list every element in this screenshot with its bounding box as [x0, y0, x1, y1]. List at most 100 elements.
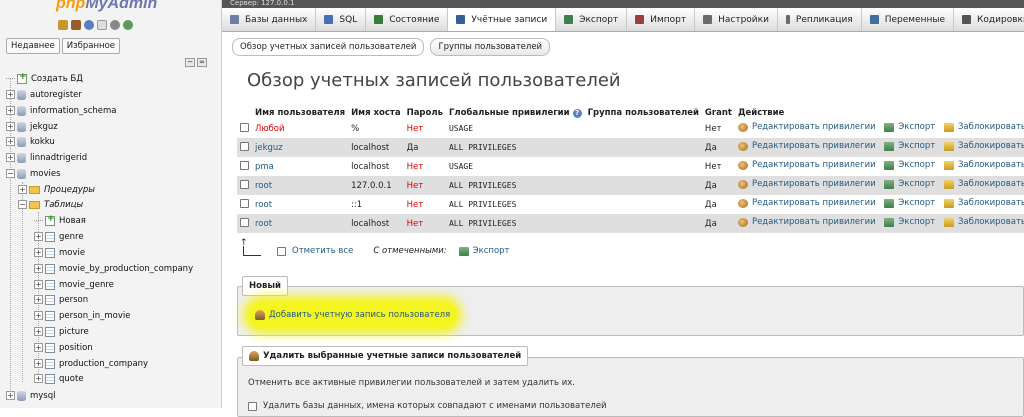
row-checkbox[interactable]: [240, 141, 249, 151]
expand-icon[interactable]: +: [34, 374, 43, 383]
sidebar-tables-item[interactable]: − Таблицы: [18, 197, 83, 212]
check-all-checkbox[interactable]: [277, 246, 286, 256]
export-link[interactable]: Экспорт: [884, 179, 935, 189]
db-label[interactable]: information_schema: [30, 106, 117, 116]
drop-db-checkbox[interactable]: [248, 401, 257, 411]
server-breadcrumb[interactable]: Сервер: 127.0.0.1: [222, 0, 1024, 8]
sidebar-db-item[interactable]: + autoregister: [6, 87, 82, 102]
expand-icon[interactable]: +: [6, 137, 15, 146]
expand-icon[interactable]: +: [6, 122, 15, 131]
export-link[interactable]: Экспорт: [884, 217, 935, 227]
header-user[interactable]: Имя пользователя: [252, 106, 348, 119]
tab-export[interactable]: Экспорт: [556, 8, 628, 31]
procedures-label[interactable]: Процедуры: [44, 185, 95, 195]
table-label[interactable]: production_company: [59, 359, 148, 369]
settings-icon[interactable]: [110, 20, 120, 30]
edit-privileges-link[interactable]: Редактировать привилегии: [737, 160, 876, 170]
sidebar-procedures-item[interactable]: + Процедуры: [18, 182, 95, 197]
table-label[interactable]: picture: [59, 327, 89, 337]
expand-icon[interactable]: +: [34, 311, 43, 320]
export-link[interactable]: Экспорт: [884, 198, 935, 208]
sidebar-table-item[interactable]: + genre: [34, 229, 84, 244]
recent-button[interactable]: Недавнее: [6, 38, 60, 54]
row-checkbox[interactable]: [240, 198, 249, 208]
sidebar-table-item[interactable]: + person_in_movie: [34, 308, 131, 323]
export-link[interactable]: Экспорт: [884, 160, 935, 170]
row-checkbox[interactable]: [240, 160, 249, 170]
tab-settings[interactable]: Настройки: [695, 8, 778, 31]
db-label[interactable]: jekguz: [30, 122, 58, 132]
row-checkbox[interactable]: [240, 217, 249, 227]
tab-databases[interactable]: Базы данных: [222, 8, 317, 31]
create-db-item[interactable]: Создать БД: [6, 71, 83, 86]
collapse-all-icon[interactable]: −: [185, 58, 195, 67]
sidebar-table-item[interactable]: + position: [34, 340, 93, 355]
db-label[interactable]: autoregister: [30, 90, 82, 100]
check-all-label[interactable]: Отметить все: [292, 246, 353, 256]
table-label[interactable]: genre: [59, 232, 84, 242]
drop-db-label[interactable]: Удалить базы данных, имена которых совпа…: [263, 401, 607, 411]
db-label[interactable]: linnadtrigerid: [30, 153, 87, 163]
sidebar-db-item[interactable]: + linnadtrigerid: [6, 150, 87, 165]
sidebar-table-item[interactable]: + person: [34, 292, 88, 307]
tab-variables[interactable]: Переменные: [862, 8, 955, 31]
collapse-icon[interactable]: −: [18, 200, 27, 209]
export-link[interactable]: Экспорт: [884, 122, 935, 132]
link-icon[interactable]: ∞: [197, 58, 207, 67]
lock-link[interactable]: Заблокировать: [943, 217, 1024, 227]
sidebar-db-item[interactable]: + jekguz: [6, 119, 58, 134]
bulk-export-button[interactable]: Экспорт: [458, 246, 510, 256]
add-user-account-link[interactable]: Добавить учетную запись пользователя: [249, 302, 457, 328]
db-label[interactable]: mysql: [30, 391, 56, 401]
db-label[interactable]: kokku: [30, 137, 55, 147]
subtab-overview[interactable]: Обзор учетных записей пользователей: [232, 38, 425, 56]
expand-icon[interactable]: +: [6, 391, 15, 400]
collapse-icon[interactable]: −: [6, 169, 15, 178]
expand-icon[interactable]: +: [34, 295, 43, 304]
expand-icon[interactable]: +: [6, 106, 15, 115]
edit-privileges-link[interactable]: Редактировать привилегии: [737, 179, 876, 189]
expand-icon[interactable]: +: [6, 153, 15, 162]
lock-link[interactable]: Заблокировать: [943, 160, 1024, 170]
header-host[interactable]: Имя хоста: [348, 106, 404, 119]
logout-icon[interactable]: [71, 20, 81, 30]
table-label[interactable]: movie: [59, 248, 85, 258]
sidebar-table-item[interactable]: + picture: [34, 324, 89, 339]
tab-user-accounts[interactable]: Учётные записи: [448, 8, 557, 31]
table-label[interactable]: movie_genre: [59, 280, 114, 290]
expand-icon[interactable]: +: [34, 264, 43, 273]
lock-link[interactable]: Заблокировать: [943, 198, 1024, 208]
tables-label[interactable]: Таблицы: [44, 200, 83, 210]
expand-icon[interactable]: +: [34, 359, 43, 368]
favorites-button[interactable]: Избранное: [61, 38, 121, 54]
tab-import[interactable]: Импорт: [627, 8, 696, 31]
lock-link[interactable]: Заблокировать: [943, 179, 1024, 189]
home-icon[interactable]: [58, 20, 68, 30]
table-label[interactable]: person: [59, 295, 88, 305]
expand-icon[interactable]: +: [34, 280, 43, 289]
docs-icon[interactable]: [97, 20, 107, 30]
table-label[interactable]: position: [59, 343, 93, 353]
edit-privileges-link[interactable]: Редактировать привилегии: [737, 141, 876, 151]
expand-icon[interactable]: +: [34, 343, 43, 352]
sidebar-table-item[interactable]: + movie_genre: [34, 277, 114, 292]
sidebar-table-item[interactable]: + movie_by_production_company: [34, 261, 193, 276]
edit-privileges-link[interactable]: Редактировать привилегии: [737, 122, 876, 132]
lock-link[interactable]: Заблокировать: [943, 141, 1024, 151]
help-icon[interactable]: [84, 20, 94, 30]
sidebar-db-item[interactable]: + kokku: [6, 134, 55, 149]
table-label[interactable]: person_in_movie: [59, 311, 131, 321]
sidebar-new-table-item[interactable]: Новая: [34, 213, 86, 228]
phpmyadmin-logo[interactable]: phpMyAdmin: [56, 0, 157, 13]
expand-icon[interactable]: +: [34, 327, 43, 336]
row-checkbox[interactable]: [240, 122, 249, 132]
edit-privileges-link[interactable]: Редактировать привилегии: [737, 217, 876, 227]
db-label[interactable]: movies: [30, 169, 61, 179]
sidebar-table-item[interactable]: + quote: [34, 371, 84, 386]
sidebar-table-item[interactable]: + production_company: [34, 356, 148, 371]
sidebar-db-item[interactable]: − movies: [6, 166, 61, 181]
sidebar-db-item[interactable]: + mysql: [6, 388, 56, 403]
sidebar-db-item[interactable]: + information_schema: [6, 103, 117, 118]
expand-icon[interactable]: +: [18, 185, 27, 194]
tab-status[interactable]: Состояние: [366, 8, 449, 31]
